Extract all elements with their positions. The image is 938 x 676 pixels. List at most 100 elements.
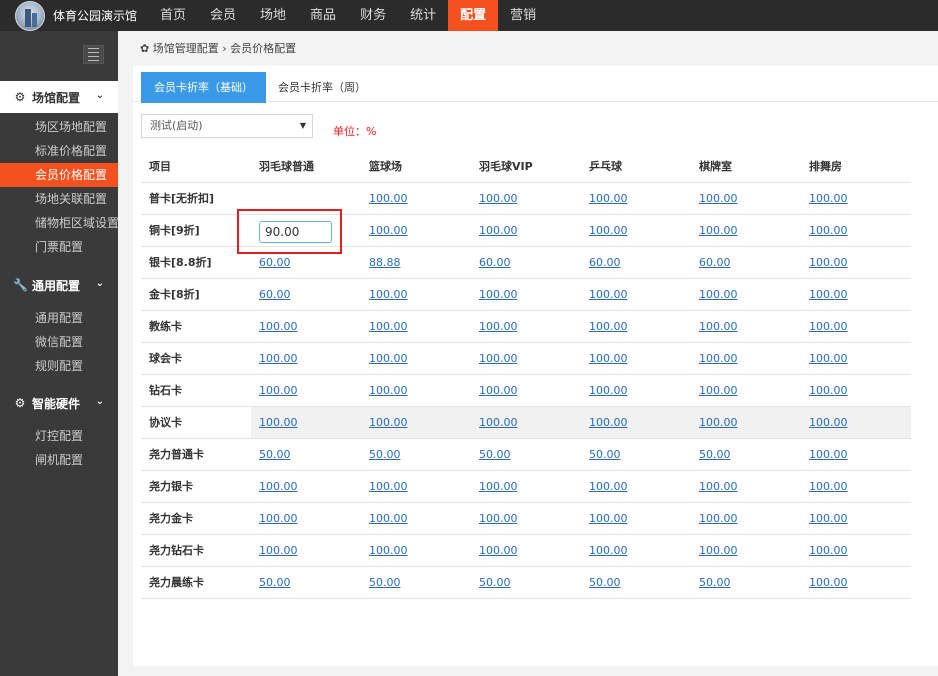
price-rate-link[interactable]: 100.00 <box>361 182 471 215</box>
price-rate-link[interactable]: 100.00 <box>471 310 581 343</box>
price-rate-link[interactable]: 100.00 <box>691 182 801 215</box>
price-rate-link[interactable]: 100.00 <box>691 310 801 343</box>
price-rate-link[interactable]: 100.00 <box>251 406 361 439</box>
price-rate-link[interactable]: 100.00 <box>471 182 581 215</box>
price-rate-link[interactable]: 100.00 <box>361 534 471 567</box>
price-rate-link[interactable]: 100.00 <box>691 502 801 535</box>
price-rate-link[interactable]: 50.00 <box>361 566 471 599</box>
sidebar-item-1-1[interactable]: 微信配置 <box>0 330 118 354</box>
price-rate-link[interactable]: 60.00 <box>691 246 801 279</box>
price-rate-link[interactable]: 50.00 <box>691 438 801 471</box>
price-rate-link[interactable]: 50.00 <box>581 566 691 599</box>
sidebar-item-0-4[interactable]: 储物柜区域设置 <box>0 211 119 235</box>
price-rate-link[interactable]: 100.00 <box>471 470 581 503</box>
price-rate-link[interactable]: 50.00 <box>581 438 691 471</box>
price-rate-link[interactable]: 88.88 <box>361 246 471 279</box>
nav-item-3[interactable]: 商品 <box>298 0 348 31</box>
price-rate-link[interactable]: 100.00 <box>801 342 911 375</box>
venue-select[interactable]: 测试(启动) ▼ <box>141 114 313 138</box>
price-rate-link[interactable]: 100.00 <box>361 214 471 247</box>
sidebar-item-0-1[interactable]: 标准价格配置 <box>0 139 118 163</box>
sidebar-item-2-1[interactable]: 闸机配置 <box>0 448 118 472</box>
price-rate-link[interactable]: 100.00 <box>801 182 911 215</box>
price-rate-link[interactable]: 100.00 <box>581 374 691 407</box>
price-rate-link[interactable]: 100.00 <box>471 534 581 567</box>
nav-item-6[interactable]: 配置 <box>448 0 499 31</box>
price-rate-link[interactable]: 100.00 <box>581 310 691 343</box>
price-rate-link[interactable]: 100.00 <box>691 374 801 407</box>
price-rate-link[interactable]: 100.00 <box>251 374 361 407</box>
price-rate-link[interactable]: 100.00 <box>581 182 691 215</box>
price-rate-link[interactable]: 100.00 <box>581 502 691 535</box>
price-rate-link[interactable]: 100.00 <box>691 342 801 375</box>
sidebar-group-1[interactable]: 🔧 通用配置 ⌄ <box>0 269 118 301</box>
price-rate-link[interactable]: 100.00 <box>581 214 691 247</box>
price-rate-link[interactable]: 100.00 <box>251 342 361 375</box>
price-rate-link[interactable]: 100.00 <box>251 502 361 535</box>
price-rate-link[interactable]: 100.00 <box>361 502 471 535</box>
sidebar-item-1-0[interactable]: 通用配置 <box>0 306 118 330</box>
tab-1[interactable]: 会员卡折率（周） <box>265 72 379 103</box>
price-rate-link[interactable]: 100.00 <box>361 470 471 503</box>
price-rate-link[interactable]: 100.00 <box>581 470 691 503</box>
price-rate-link[interactable]: 100.00 <box>251 534 361 567</box>
sidebar-item-0-0[interactable]: 场区场地配置 <box>0 115 118 139</box>
nav-item-0[interactable]: 首页 <box>148 0 198 31</box>
sidebar-item-0-2[interactable]: 会员价格配置 <box>0 163 118 187</box>
price-rate-link[interactable]: 100.00 <box>361 310 471 343</box>
nav-item-1[interactable]: 会员 <box>198 0 248 31</box>
price-rate-link[interactable]: 100.00 <box>801 470 911 503</box>
tab-0[interactable]: 会员卡折率（基础） <box>141 72 266 103</box>
price-rate-link[interactable]: 100.00 <box>691 278 801 311</box>
price-rate-link[interactable]: 100.00 <box>251 310 361 343</box>
price-rate-link[interactable]: 50.00 <box>251 438 361 471</box>
nav-item-2[interactable]: 场地 <box>248 0 298 31</box>
price-rate-link[interactable]: 100.00 <box>471 406 581 439</box>
price-rate-link[interactable]: 50.00 <box>361 438 471 471</box>
price-rate-link[interactable]: 100.00 <box>471 342 581 375</box>
price-rate-link[interactable]: 100.00 <box>691 470 801 503</box>
price-rate-link[interactable]: 100.00 <box>581 406 691 439</box>
price-rate-link[interactable]: 60.00 <box>471 246 581 279</box>
price-rate-link[interactable]: 100.00 <box>801 502 911 535</box>
price-rate-link[interactable]: 100.00 <box>581 278 691 311</box>
nav-item-4[interactable]: 财务 <box>348 0 398 31</box>
price-rate-link[interactable]: 100.00 <box>801 438 911 471</box>
price-rate-link[interactable]: 100.00 <box>471 278 581 311</box>
price-rate-link[interactable]: 100.00 <box>471 214 581 247</box>
price-rate-link[interactable]: 100.00 <box>801 214 911 247</box>
nav-item-5[interactable]: 统计 <box>398 0 448 31</box>
price-rate-link[interactable]: 100.00 <box>361 342 471 375</box>
price-rate-link[interactable]: 100.00 <box>361 278 471 311</box>
sidebar-toggle-icon[interactable] <box>83 45 104 64</box>
price-rate-link[interactable]: 100.00 <box>801 246 911 279</box>
price-rate-link[interactable]: 50.00 <box>471 566 581 599</box>
sidebar-group-0[interactable]: ⚙ 场馆配置 ⌄ <box>0 81 118 113</box>
sidebar-item-0-3[interactable]: 场地关联配置 <box>0 187 118 211</box>
price-rate-link[interactable]: 100.00 <box>801 374 911 407</box>
price-rate-link[interactable]: 50.00 <box>471 438 581 471</box>
price-rate-link[interactable]: 100.00 <box>251 470 361 503</box>
sidebar-group-2[interactable]: ⚙ 智能硬件 ⌄ <box>0 387 118 419</box>
breadcrumb-parent[interactable]: 场馆管理配置 <box>153 42 219 55</box>
sidebar-item-2-0[interactable]: 灯控配置 <box>0 424 118 448</box>
price-rate-link[interactable]: 100.00 <box>471 374 581 407</box>
price-rate-link[interactable]: 100.00 <box>801 566 911 599</box>
sidebar-item-0-5[interactable]: 门票配置 <box>0 235 118 259</box>
price-rate-link[interactable]: 60.00 <box>251 278 361 311</box>
price-rate-link[interactable]: 100.00 <box>581 534 691 567</box>
price-rate-link[interactable]: 100.00 <box>801 310 911 343</box>
price-rate-link[interactable]: 100.00 <box>801 278 911 311</box>
price-rate-link[interactable]: 50.00 <box>691 566 801 599</box>
price-rate-link[interactable]: 100.00 <box>801 406 911 439</box>
price-rate-link[interactable]: 100.00 <box>801 534 911 567</box>
price-rate-link[interactable]: 100.00 <box>581 342 691 375</box>
price-rate-link[interactable]: 50.00 <box>251 566 361 599</box>
logo[interactable]: 体育公园演示馆 <box>0 0 145 31</box>
edit-value-input[interactable]: 90.00 <box>259 221 332 243</box>
price-rate-link[interactable]: 100.00 <box>471 502 581 535</box>
sidebar-item-1-2[interactable]: 规则配置 <box>0 354 118 378</box>
price-rate-link[interactable]: 100.00 <box>691 534 801 567</box>
price-rate-link[interactable]: 60.00 <box>581 246 691 279</box>
price-rate-link[interactable]: 100.00 <box>691 406 801 439</box>
